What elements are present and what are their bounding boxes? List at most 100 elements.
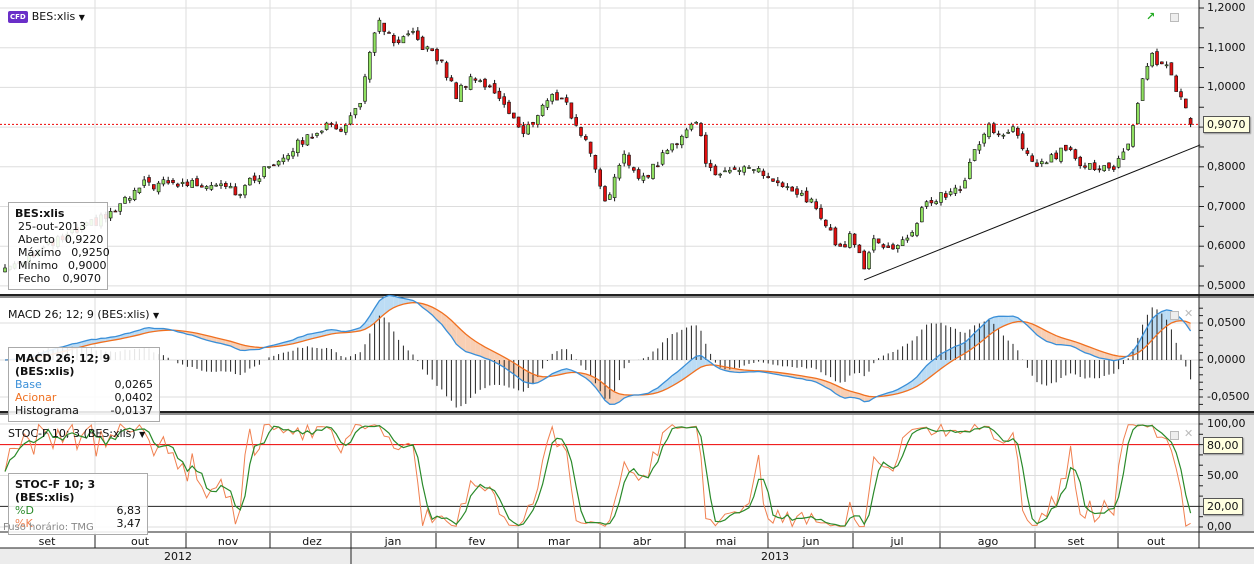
- candle-down: [1112, 166, 1116, 170]
- close-icon[interactable]: ✕: [1184, 307, 1193, 320]
- candle-up: [295, 139, 300, 154]
- candle-down: [579, 127, 583, 136]
- candle-up: [939, 192, 943, 203]
- candle-down: [171, 179, 175, 183]
- info-value: 6,83: [116, 504, 142, 517]
- candle-up: [315, 133, 319, 136]
- close-icon[interactable]: ✕: [1184, 427, 1193, 440]
- candle-up: [977, 144, 982, 151]
- symbol-selector[interactable]: CFD BES:xlis ▼: [8, 10, 85, 23]
- candle-up: [718, 173, 723, 176]
- candle-up: [972, 149, 977, 161]
- candle-down: [200, 185, 204, 188]
- candle-up: [377, 19, 382, 32]
- candle-down: [391, 35, 396, 44]
- chevron-down-icon: ▼: [78, 13, 85, 22]
- candle-up: [343, 124, 348, 133]
- month-label: ago: [977, 535, 999, 548]
- candle-down: [833, 227, 838, 246]
- macd-info-box: MACD 26; 12; 9 (BES:xlis) Base 0,0265 Acio…: [8, 347, 160, 422]
- candle-down: [454, 82, 459, 99]
- maximize-icon[interactable]: [1170, 431, 1179, 440]
- candle-up: [982, 133, 987, 144]
- info-label: Mínimo: [18, 259, 59, 272]
- candle-down: [113, 210, 118, 213]
- candle-down: [631, 167, 636, 171]
- candle-down: [627, 154, 631, 166]
- candle-down: [430, 48, 435, 51]
- candle-down: [387, 32, 391, 34]
- candle-down: [780, 182, 785, 188]
- candle-up: [204, 186, 209, 189]
- macd-selector[interactable]: MACD 26; 12; 9 (BES:xlis) ▼: [8, 308, 159, 321]
- candle-down: [1083, 165, 1087, 168]
- candle-up: [919, 207, 924, 223]
- candle-up: [118, 203, 122, 212]
- candle-up: [867, 252, 871, 269]
- macd-tick-label: 0,0000: [1207, 353, 1246, 366]
- year-label: 2013: [761, 550, 789, 563]
- candle-down: [766, 176, 771, 179]
- candle-up: [1131, 125, 1135, 147]
- candle-up: [1088, 163, 1092, 170]
- candle-down: [420, 36, 425, 50]
- candle-down: [1054, 152, 1058, 160]
- price-tick-label: 1,0000: [1207, 80, 1246, 94]
- candle-down: [699, 123, 703, 137]
- candle-up: [987, 123, 991, 138]
- info-label: Fecho: [18, 272, 51, 285]
- info-label: Acionar: [15, 391, 57, 404]
- candle-up: [665, 150, 670, 154]
- candle-down: [147, 177, 151, 183]
- candle-up: [727, 169, 732, 173]
- candle-down: [564, 97, 569, 103]
- month-label: jun: [802, 535, 820, 548]
- candle-up: [612, 176, 617, 198]
- candle-up: [1001, 134, 1006, 137]
- stoch-title: STOC-F 10; 3 (BES:xlis): [8, 427, 136, 440]
- candle-down: [334, 124, 339, 130]
- candle-down: [675, 143, 679, 146]
- candle-up: [1059, 147, 1063, 162]
- info-row: Histograma -0,0137: [15, 404, 153, 417]
- info-row: Fecho 0,9070: [18, 272, 101, 285]
- maximize-icon[interactable]: [1170, 311, 1179, 320]
- stoch-tick-label: 50,00: [1207, 468, 1239, 482]
- candle-up: [267, 166, 271, 168]
- month-label: out: [1146, 535, 1166, 548]
- month-label: set: [38, 535, 56, 548]
- info-label: Base: [15, 378, 42, 391]
- candle-up: [1040, 161, 1044, 165]
- candle-down: [516, 116, 521, 128]
- month-label: jan: [384, 535, 402, 548]
- candle-up: [871, 238, 876, 251]
- candle-down: [703, 134, 708, 164]
- candle-down: [636, 169, 641, 179]
- candle-down: [852, 233, 857, 246]
- candle-up: [617, 164, 622, 179]
- candle-down: [569, 102, 574, 119]
- macd-tick-label: 0,0500: [1207, 316, 1246, 329]
- macd-title: MACD 26; 12; 9 (BES:xlis): [8, 308, 150, 321]
- candle-up: [348, 115, 353, 125]
- stoch-selector[interactable]: STOC-F 10; 3 (BES:xlis) ▼: [8, 427, 145, 440]
- candle-down: [775, 180, 780, 184]
- trend-icon[interactable]: ↗: [1146, 10, 1155, 23]
- ohlc-date: 25-out-2013: [18, 220, 87, 233]
- candle-up: [963, 180, 967, 189]
- maximize-icon[interactable]: [1170, 13, 1179, 22]
- candle-up: [1044, 162, 1049, 165]
- price-tick-label: 1,1000: [1207, 40, 1246, 54]
- candle-up: [1102, 165, 1106, 171]
- candle-up: [468, 76, 473, 90]
- candle-up: [1136, 103, 1140, 125]
- candle-down: [252, 175, 257, 181]
- candle-down: [886, 245, 891, 248]
- candle-down: [396, 39, 401, 43]
- candle-down: [603, 186, 607, 202]
- candle-down: [583, 136, 588, 140]
- stoch-tick-label: 100,00: [1207, 417, 1246, 430]
- candle-up: [679, 135, 684, 146]
- candle-down: [1097, 168, 1102, 171]
- candle-down: [646, 175, 651, 178]
